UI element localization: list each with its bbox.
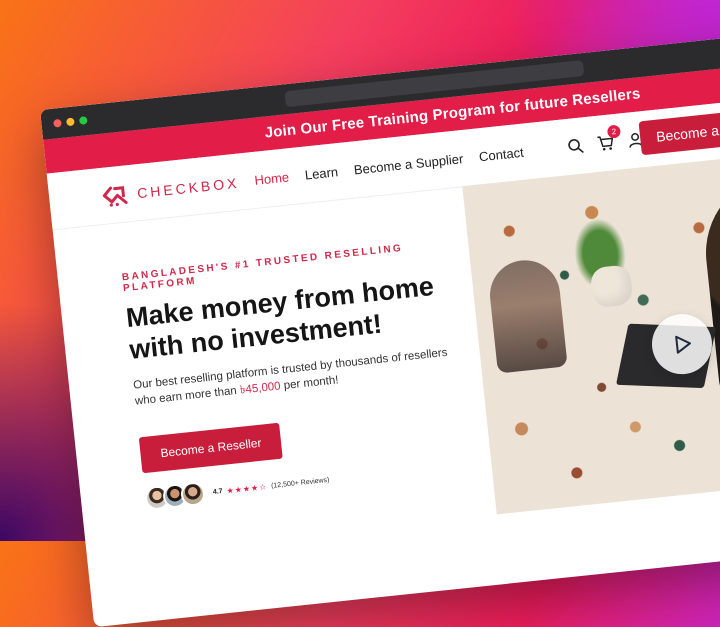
cart-icon[interactable]: 2: [596, 124, 622, 153]
cart-count-badge: 2: [606, 124, 622, 139]
hero-content: BANGLADESH'S #1 TRUSTED RESELLING PLATFO…: [121, 235, 504, 512]
checkbox-logo-icon: [102, 186, 128, 207]
browser-window: Join Our Free Training Program for futur…: [40, 24, 720, 627]
hero-subtext-part3: per month!: [279, 374, 340, 393]
become-reseller-hero-button[interactable]: Become a Reseller: [138, 422, 284, 474]
hero-image: [462, 142, 720, 515]
nav-link-become-supplier[interactable]: Become a Supplier: [353, 151, 464, 177]
close-window-dot[interactable]: [53, 118, 62, 128]
nav-link-learn[interactable]: Learn: [304, 164, 339, 182]
play-icon: [675, 335, 691, 354]
reviewer-avatars: [143, 480, 207, 512]
search-icon[interactable]: [566, 136, 586, 156]
reviews-count: (12,500+ Reviews): [270, 476, 330, 490]
minimize-window-dot[interactable]: [66, 117, 75, 127]
rating-value: 4.7: [212, 487, 223, 496]
earning-amount: ৳45,000: [239, 380, 282, 397]
maximize-window-dot[interactable]: [78, 116, 88, 125]
nav-link-contact[interactable]: Contact: [478, 145, 524, 165]
become-reseller-nav-button[interactable]: Become a Reseller: [638, 105, 720, 156]
nav-links: Home Learn Become a Supplier Contact: [254, 143, 541, 188]
nav-link-home[interactable]: Home: [254, 169, 290, 188]
logo-text: CHECKBOX: [136, 174, 241, 202]
rating-stars-icon: ★★★★☆: [226, 481, 268, 496]
site-logo[interactable]: CHECKBOX: [100, 172, 240, 208]
